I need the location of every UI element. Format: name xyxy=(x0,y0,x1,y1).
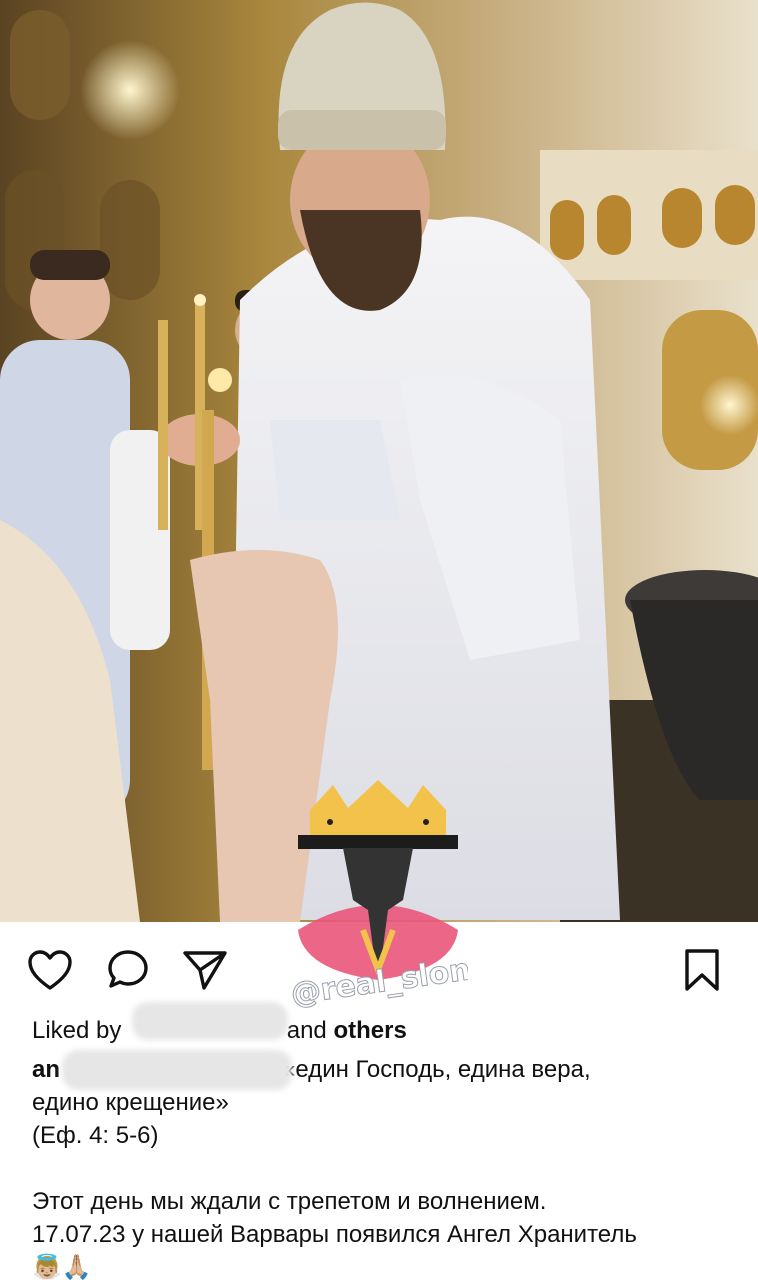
liked-by-and: and xyxy=(286,1017,327,1044)
comment-button[interactable] xyxy=(104,946,152,994)
redacted-username-blur xyxy=(132,1002,288,1040)
share-button[interactable] xyxy=(181,946,229,994)
comment-bubble-icon xyxy=(108,950,148,988)
post-action-bar xyxy=(0,940,758,1000)
caption-username[interactable]: an xyxy=(32,1056,60,1083)
redacted-caption-blur xyxy=(62,1050,292,1090)
caption-emoji: 👼🏼🙏🏼 xyxy=(32,1254,92,1281)
heart-icon xyxy=(28,950,72,990)
caption-line-2: едино крещение» xyxy=(32,1089,229,1116)
save-button[interactable] xyxy=(678,946,726,994)
caption-line-3: (Еф. 4: 5-6) xyxy=(32,1122,159,1149)
liked-by-others[interactable]: others xyxy=(333,1017,406,1044)
like-button[interactable] xyxy=(26,946,74,994)
caption-text-1: «един Господь, едина вера, xyxy=(282,1056,591,1083)
bookmark-icon xyxy=(685,949,719,991)
caption-line-4: Этот день мы ждали с трепетом и волнение… xyxy=(32,1188,547,1215)
caption-line-5: 17.07.23 у нашей Варвары появился Ангел … xyxy=(32,1221,637,1248)
paper-plane-icon xyxy=(183,951,227,990)
liked-by-prefix: Liked by xyxy=(32,1017,122,1044)
